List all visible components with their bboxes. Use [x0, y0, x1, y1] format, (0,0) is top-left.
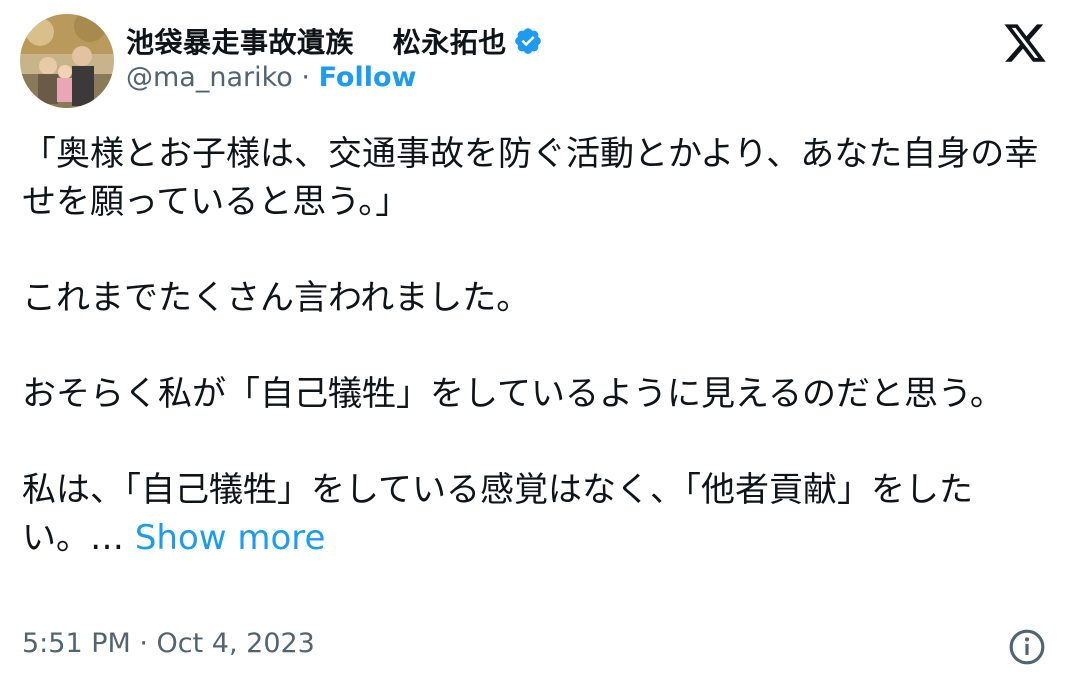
tweet-text: 「奥様とお子様は、交通事故を防ぐ活動とかより、あなた自身の幸せを願っていると思う… [22, 130, 1052, 562]
info-icon[interactable] [1008, 628, 1046, 666]
show-more-link[interactable]: Show more [135, 518, 326, 558]
follow-button[interactable]: Follow [319, 62, 417, 93]
tweet-paragraph: 「奥様とお子様は、交通事故を防ぐ活動とかより、あなた自身の幸せを願っていると思う… [22, 134, 1039, 222]
x-logo-icon[interactable] [1002, 20, 1048, 66]
avatar[interactable] [20, 14, 114, 108]
tweet-paragraph-last: 私は、「自己犠牲」をしている感覚はなく、「他者貢献」をしたい。… Show mo… [22, 466, 1052, 562]
display-name[interactable]: 池袋暴走事故遺族 松永拓也 [126, 21, 507, 61]
tweet-header: 池袋暴走事故遺族 松永拓也 @ma_nariko · Follow [20, 12, 1060, 112]
separator: · [292, 62, 319, 93]
tweet-paragraph: おそらく私が「自己犠牲」をしているように見えるのだと思う。 [22, 374, 1004, 414]
timestamp[interactable]: 5:51 PM · Oct 4, 2023 [22, 628, 315, 659]
tweet-paragraph: これまでたくさん言われました。 [22, 278, 531, 318]
verified-badge-icon [514, 28, 541, 54]
handle[interactable]: @ma_nariko [126, 62, 293, 93]
